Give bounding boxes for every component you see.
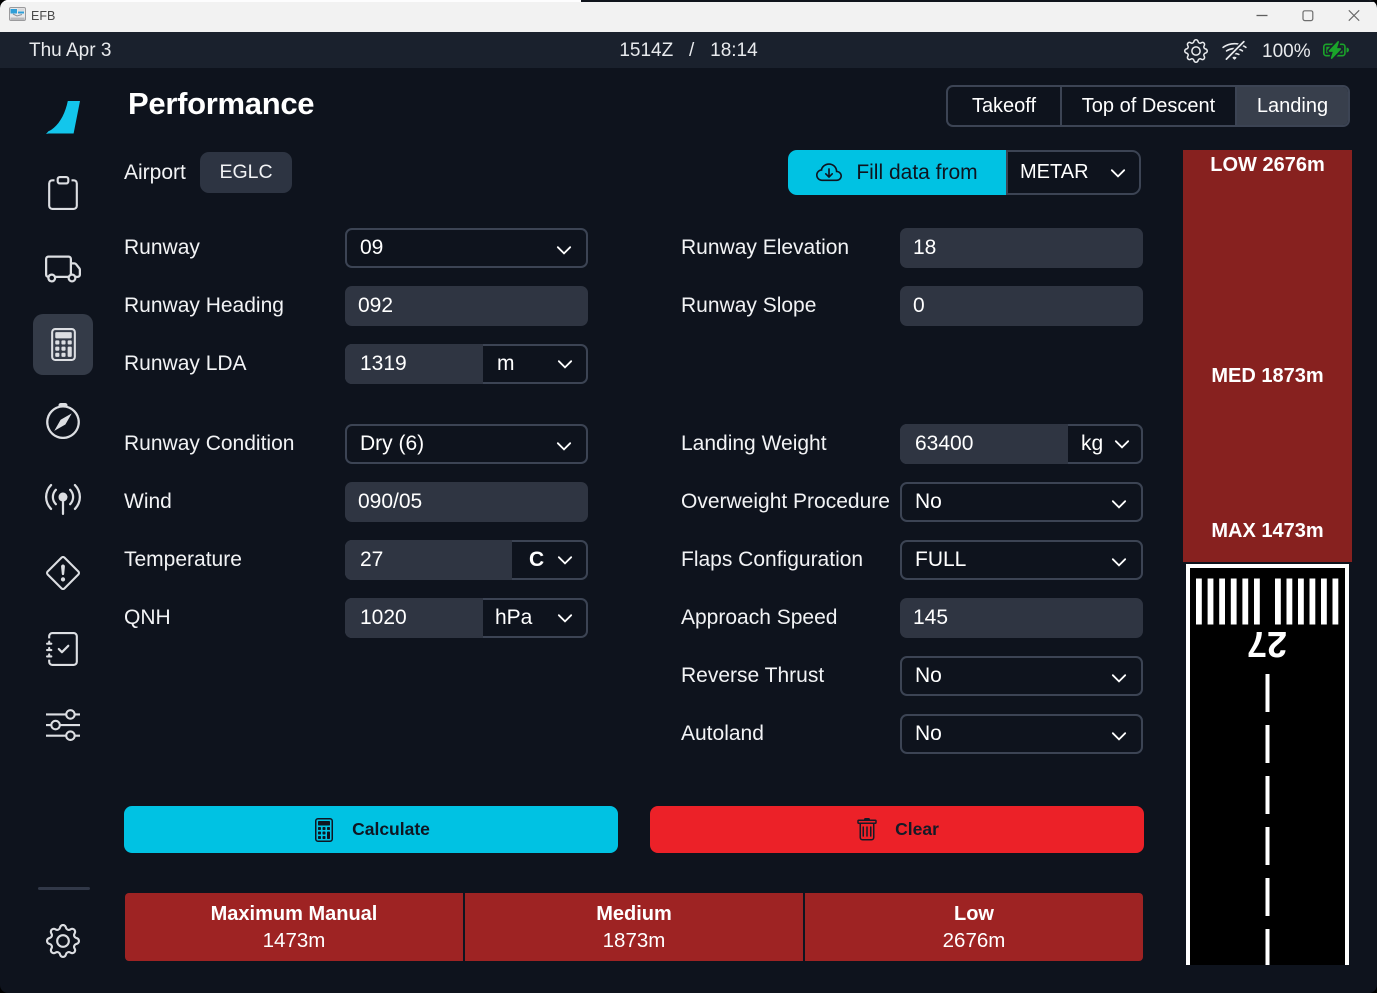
svg-text:27: 27	[1247, 624, 1287, 665]
